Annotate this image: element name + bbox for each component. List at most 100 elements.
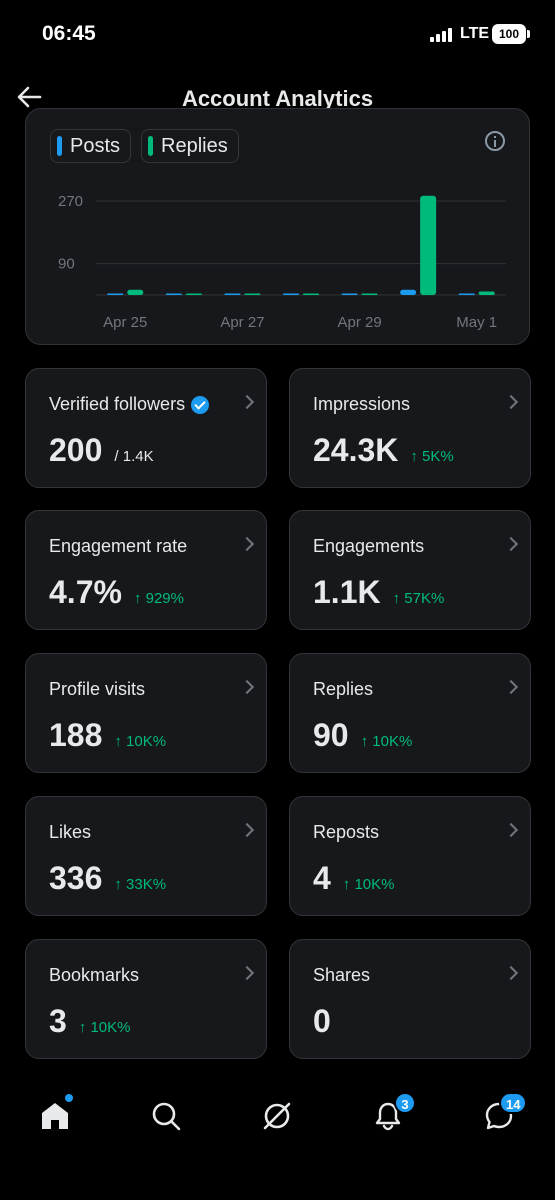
search-icon[interactable] bbox=[136, 1080, 196, 1152]
stat-value: 3 bbox=[49, 1003, 67, 1039]
bar-replies-4[interactable] bbox=[361, 293, 378, 296]
stat-label-text: Impressions bbox=[313, 394, 411, 414]
stat-value-row: 4 ↑ 10K% bbox=[313, 860, 395, 897]
stat-label-text: Shares bbox=[313, 965, 371, 985]
bar-posts-4[interactable] bbox=[341, 293, 358, 296]
network-label: LTE bbox=[460, 25, 490, 42]
stat-value: 0 bbox=[313, 1003, 331, 1039]
home-icon[interactable] bbox=[25, 1080, 85, 1152]
chevron-right-icon bbox=[239, 394, 255, 410]
stat-card-replies[interactable]: Replies 90 ↑ 10K% bbox=[289, 653, 531, 773]
info-icon[interactable] bbox=[485, 131, 505, 151]
stat-value: 188 bbox=[49, 717, 103, 753]
bar-replies-3[interactable] bbox=[303, 293, 319, 296]
stat-delta: ↑ 10K% bbox=[360, 733, 413, 750]
stat-card-bookmarks[interactable]: Bookmarks 3 ↑ 10K% bbox=[25, 939, 267, 1059]
stat-card-shares[interactable]: Shares 0 bbox=[289, 939, 531, 1059]
stat-label-text: Engagement rate bbox=[49, 536, 188, 556]
grok-icon[interactable] bbox=[247, 1080, 307, 1152]
stat-value-row: 200 / 1.4K bbox=[49, 432, 154, 469]
bar-replies-5[interactable] bbox=[420, 195, 437, 295]
stat-delta: ↑ 10K% bbox=[342, 876, 395, 893]
y-tick-label: 90 bbox=[58, 256, 75, 273]
stat-value-row: 24.3K ↑ 5K% bbox=[313, 432, 454, 469]
bar-posts-1[interactable] bbox=[165, 293, 182, 296]
x-tick-label: May 1 bbox=[456, 314, 497, 331]
bar-posts-2[interactable] bbox=[224, 293, 241, 296]
home-unread-dot bbox=[65, 1094, 73, 1102]
stat-value-row: 1.1K ↑ 57K% bbox=[313, 574, 444, 611]
chevron-right-icon bbox=[503, 679, 519, 695]
bar-replies-1[interactable] bbox=[185, 293, 202, 296]
stat-value: 336 bbox=[49, 860, 103, 896]
bottom-nav: 3 14 bbox=[0, 1080, 555, 1152]
stat-delta: ↑ 10K% bbox=[114, 733, 167, 750]
status-time: 06:45 bbox=[42, 22, 96, 45]
signal-icon bbox=[430, 28, 452, 42]
stat-value-row: 188 ↑ 10K% bbox=[49, 717, 166, 754]
y-tick-label: 270 bbox=[58, 193, 83, 210]
stat-label-text: Profile visits bbox=[49, 679, 146, 699]
x-tick-label: Apr 25 bbox=[103, 314, 147, 331]
bar-replies-0[interactable] bbox=[127, 289, 144, 295]
bar-posts-6[interactable] bbox=[458, 293, 475, 296]
stat-label-text: Engagements bbox=[313, 536, 425, 556]
stat-value-row: 3 ↑ 10K% bbox=[49, 1003, 131, 1040]
stat-label-text: Verified followers bbox=[49, 394, 186, 414]
stat-card-profile-visits[interactable]: Profile visits 188 ↑ 10K% bbox=[25, 653, 267, 773]
stat-label: Engagements bbox=[313, 536, 424, 557]
stat-label-text: Replies bbox=[313, 679, 374, 699]
chevron-right-icon bbox=[239, 679, 255, 695]
chevron-right-icon bbox=[239, 536, 255, 552]
stat-label: Bookmarks bbox=[49, 965, 139, 986]
messages-icon[interactable]: 14 bbox=[469, 1080, 529, 1152]
stat-value-row: 4.7% ↑ 929% bbox=[49, 574, 184, 611]
legend-replies[interactable]: Replies bbox=[141, 129, 239, 163]
bell-icon[interactable]: 3 bbox=[358, 1080, 418, 1152]
stat-label: Reposts bbox=[313, 822, 379, 843]
x-tick-label: Apr 27 bbox=[220, 314, 264, 331]
bar-posts-3[interactable] bbox=[283, 293, 299, 296]
stat-value-row: 0 bbox=[313, 1003, 331, 1040]
stat-label: Likes bbox=[49, 822, 91, 843]
stat-label: Shares bbox=[313, 965, 370, 986]
stat-delta: ↑ 929% bbox=[133, 590, 184, 607]
bar-replies-6[interactable] bbox=[478, 291, 495, 295]
stat-value: 1.1K bbox=[313, 574, 381, 610]
status-bar: 06:45 LTE 100 bbox=[0, 0, 555, 70]
bar-replies-2[interactable] bbox=[244, 293, 261, 296]
chevron-right-icon bbox=[239, 965, 255, 981]
stat-label-text: Bookmarks bbox=[49, 965, 140, 985]
stat-value: 4.7% bbox=[49, 574, 122, 610]
chevron-right-icon bbox=[503, 822, 519, 838]
stat-card-impressions[interactable]: Impressions 24.3K ↑ 5K% bbox=[289, 368, 531, 488]
stat-card-engagement-rate[interactable]: Engagement rate 4.7% ↑ 929% bbox=[25, 510, 267, 630]
chevron-right-icon bbox=[503, 394, 519, 410]
chevron-right-icon bbox=[503, 965, 519, 981]
stat-label: Replies bbox=[313, 679, 373, 700]
stat-value: 24.3K bbox=[313, 432, 399, 468]
stat-card-reposts[interactable]: Reposts 4 ↑ 10K% bbox=[289, 796, 531, 916]
stat-value: 4 bbox=[313, 860, 331, 896]
bar-posts-0[interactable] bbox=[107, 293, 124, 296]
stat-value-row: 90 ↑ 10K% bbox=[313, 717, 412, 754]
stat-value: 90 bbox=[313, 717, 349, 753]
stat-label: Verified followers bbox=[49, 394, 210, 415]
stat-value-row: 336 ↑ 33K% bbox=[49, 860, 166, 897]
stat-card-engagements[interactable]: Engagements 1.1K ↑ 57K% bbox=[289, 510, 531, 630]
stat-value: 200 bbox=[49, 432, 103, 468]
stat-delta: ↑ 5K% bbox=[410, 448, 454, 465]
stat-delta: ↑ 10K% bbox=[78, 1019, 131, 1036]
legend-posts[interactable]: Posts bbox=[50, 129, 132, 163]
stat-card-verified-followers[interactable]: Verified followers 200 / 1.4K bbox=[25, 368, 267, 488]
chevron-right-icon bbox=[239, 822, 255, 838]
stat-sub-value: / 1.4K bbox=[114, 448, 154, 465]
notifications-badge: 3 bbox=[394, 1092, 416, 1114]
activity-chart-card: 270 90 Apr 25 Apr 27 Apr 29 May 1 Posts Repli… bbox=[25, 108, 530, 345]
stat-card-likes[interactable]: Likes 336 ↑ 33K% bbox=[25, 796, 267, 916]
bar-posts-5[interactable] bbox=[400, 289, 417, 295]
battery-icon: 100 bbox=[492, 24, 530, 44]
chart-legend: Posts Replies bbox=[50, 129, 239, 163]
legend-posts-label: Posts bbox=[70, 134, 121, 157]
x-tick-label: Apr 29 bbox=[337, 314, 381, 331]
